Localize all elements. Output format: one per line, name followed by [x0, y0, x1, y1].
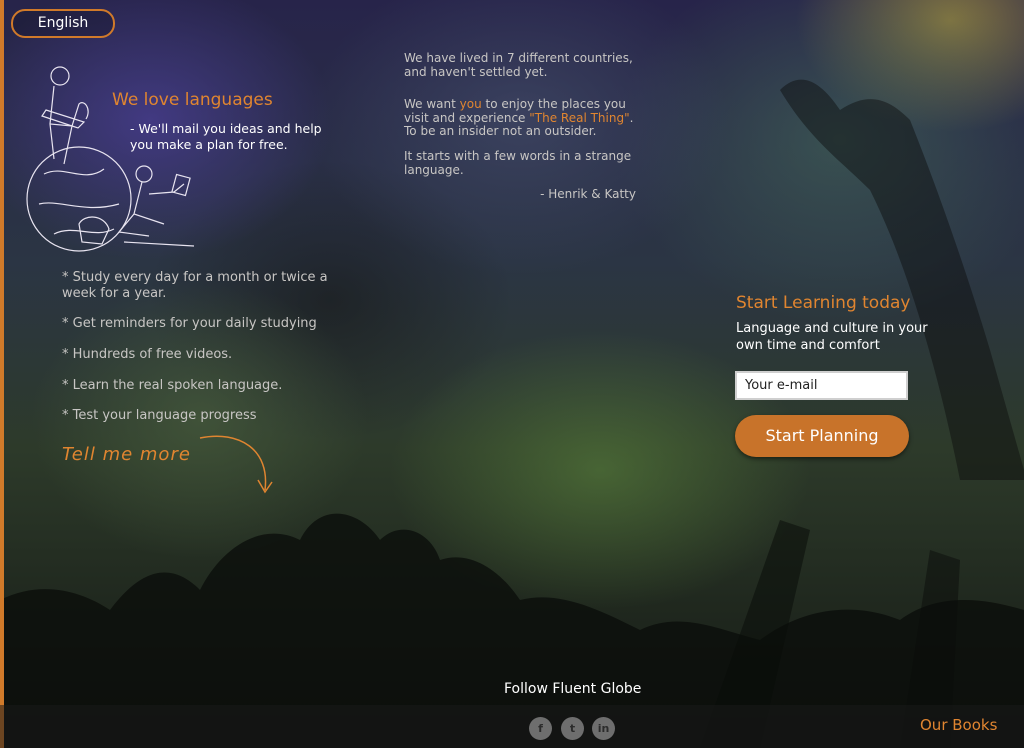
quote-paragraph: It starts with a few words in a strange …: [404, 149, 632, 177]
left-accent-strip: [0, 0, 4, 748]
follow-heading: Follow Fluent Globe: [504, 681, 642, 697]
quote-paragraph: We have lived in 7 different countries, …: [404, 51, 633, 79]
quote-paragraph: We want you to enjoy the places you visi…: [404, 97, 634, 138]
intro-text: - We'll mail you ideas and help you make…: [130, 121, 322, 152]
linkedin-icon[interactable]: in: [592, 717, 615, 740]
twitter-icon[interactable]: t: [561, 717, 584, 740]
feature-item: * Test your language progress: [62, 408, 257, 423]
email-input[interactable]: [735, 371, 908, 400]
feature-item: * Get reminders for your daily studying: [62, 316, 317, 331]
start-planning-button[interactable]: Start Planning: [735, 415, 909, 457]
curved-arrow-icon: [199, 435, 273, 494]
facebook-icon[interactable]: f: [529, 717, 552, 740]
intro-heading: We love languages: [112, 90, 273, 110]
language-selector-button[interactable]: English: [11, 9, 115, 38]
quote-signature: - Henrik & Katty: [540, 187, 636, 201]
footer-bar: [0, 705, 1024, 748]
feature-item: * Hundreds of free videos.: [62, 347, 233, 362]
feature-item: * Study every day for a month or twice a…: [62, 270, 328, 301]
our-books-link[interactable]: Our Books: [920, 716, 997, 734]
signup-subtitle: Language and culture in your own time an…: [736, 321, 928, 353]
signup-heading: Start Learning today: [736, 293, 911, 313]
feature-item: * Learn the real spoken language.: [62, 378, 283, 393]
